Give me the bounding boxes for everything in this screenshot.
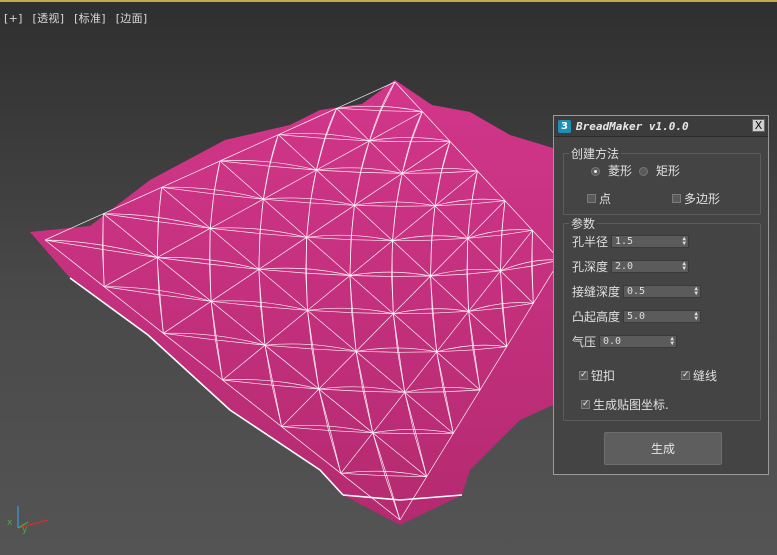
dialog-title: BreadMaker v1.0.0 bbox=[576, 119, 689, 133]
max-logo-icon: 3 bbox=[558, 119, 571, 133]
breadmaker-dialog: 3 BreadMaker v1.0.0 X 创建方法 菱形 矩形 点 多边形 参… bbox=[553, 115, 769, 475]
radio-rect[interactable] bbox=[639, 167, 648, 176]
hole-depth-spinner[interactable]: 2.0 ▲ ▼ bbox=[611, 260, 689, 273]
hole-depth-label: 孔深度 bbox=[572, 260, 609, 274]
axis-y-label: y bbox=[22, 525, 28, 535]
hole-radius-value: 1.5 bbox=[615, 236, 634, 247]
parameters-group: 参数 孔半径 1.5 ▲ ▼ 孔深度 2.0 ▲ ▼ 接缝深度 0.5 ▲ ▼ 凸起高… bbox=[563, 215, 761, 421]
spinner-arrows-icon[interactable]: ▲ ▼ bbox=[682, 261, 686, 272]
seam-depth-label: 接缝深度 bbox=[572, 285, 621, 299]
seam-depth-value: 0.5 bbox=[627, 286, 646, 297]
parameters-title: 参数 bbox=[569, 215, 598, 232]
checkbox-polygon-label: 多边形 bbox=[684, 192, 721, 206]
checkbox-seam-label: 缝线 bbox=[693, 369, 718, 383]
hole-radius-spinner[interactable]: 1.5 ▲ ▼ bbox=[611, 235, 689, 248]
radio-diamond[interactable] bbox=[591, 167, 600, 176]
checkbox-uv-label: 生成贴图坐标. bbox=[593, 398, 669, 412]
axis-gizmo: x y bbox=[7, 506, 49, 535]
checkbox-button-label: 钮扣 bbox=[591, 369, 616, 383]
hole-depth-value: 2.0 bbox=[615, 261, 634, 272]
checkbox-point-label: 点 bbox=[599, 192, 612, 206]
create-method-group: 创建方法 菱形 矩形 点 多边形 bbox=[563, 145, 761, 215]
hole-radius-label: 孔半径 bbox=[572, 235, 609, 249]
seam-depth-spinner[interactable]: 0.5 ▲ ▼ bbox=[623, 285, 701, 298]
spinner-arrows-icon[interactable]: ▲ ▼ bbox=[694, 311, 698, 322]
spinner-arrows-icon[interactable]: ▲ ▼ bbox=[694, 286, 698, 297]
bulge-height-label: 凸起高度 bbox=[572, 310, 621, 324]
pressure-label: 气压 bbox=[572, 335, 597, 349]
close-button[interactable]: X bbox=[752, 119, 765, 132]
axis-x-label: x bbox=[7, 518, 13, 528]
generate-button[interactable]: 生成 bbox=[604, 432, 722, 465]
radio-diamond-label: 菱形 bbox=[608, 164, 633, 178]
checkbox-polygon[interactable] bbox=[672, 194, 681, 203]
checkbox-button[interactable]: ✓ bbox=[579, 371, 588, 380]
pressure-value: 0.0 bbox=[603, 336, 622, 347]
bulge-height-spinner[interactable]: 5.0 ▲ ▼ bbox=[623, 310, 701, 323]
radio-rect-label: 矩形 bbox=[656, 164, 681, 178]
create-method-title: 创建方法 bbox=[569, 145, 622, 162]
checkbox-point[interactable] bbox=[587, 194, 596, 203]
checkbox-uv[interactable]: ✓ bbox=[581, 400, 590, 409]
pressure-spinner[interactable]: 0.0 ▲ ▼ bbox=[599, 335, 677, 348]
spinner-arrows-icon[interactable]: ▲ ▼ bbox=[670, 336, 674, 347]
spinner-arrows-icon[interactable]: ▲ ▼ bbox=[682, 236, 686, 247]
checkbox-seam[interactable]: ✓ bbox=[681, 371, 690, 380]
dialog-titlebar[interactable]: 3 BreadMaker v1.0.0 X bbox=[554, 116, 768, 137]
bulge-height-value: 5.0 bbox=[627, 311, 646, 322]
